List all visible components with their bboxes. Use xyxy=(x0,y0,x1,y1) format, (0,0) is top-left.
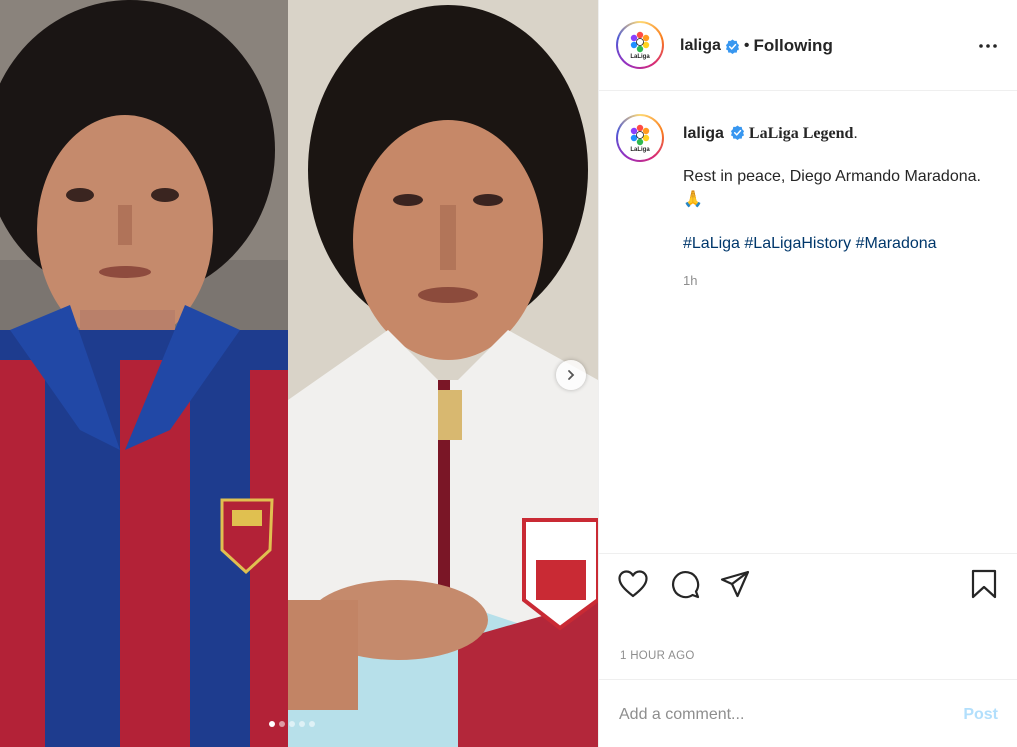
share-button[interactable] xyxy=(719,568,751,600)
carousel-dot xyxy=(289,721,295,727)
save-button[interactable] xyxy=(968,568,1000,600)
laliga-logo-icon xyxy=(630,31,650,52)
share-icon xyxy=(720,570,750,598)
separator-dot: • xyxy=(743,37,750,54)
laliga-logo-icon xyxy=(630,124,650,145)
username[interactable]: laliga xyxy=(680,37,721,55)
carousel-dot xyxy=(309,721,315,727)
caption-title-suffix: . xyxy=(853,125,858,142)
caption-section: LaLiga laliga LaLiga Legend. Rest in pea… xyxy=(599,92,1017,554)
avatar-logo-text: LaLiga xyxy=(630,53,650,60)
carousel-dot xyxy=(299,721,305,727)
caption-title: LaLiga Legend xyxy=(748,125,854,142)
comment-button[interactable] xyxy=(669,568,701,600)
hashtag-link[interactable]: #LaLiga xyxy=(683,235,740,252)
hashtag-link[interactable]: #LaLigaHistory xyxy=(744,235,851,252)
like-button[interactable] xyxy=(617,568,649,600)
post-media[interactable] xyxy=(0,0,598,747)
post-header: LaLiga laliga • Following xyxy=(599,0,1017,91)
comment-icon xyxy=(671,570,700,599)
carousel-dot xyxy=(269,721,275,727)
heart-icon xyxy=(618,570,648,598)
post-caption: laliga LaLiga Legend. Rest in peace, Die… xyxy=(683,122,1003,255)
post-details-panel: LaLiga laliga • Following LaLiga laliga … xyxy=(598,0,1017,747)
avatar[interactable]: LaLiga xyxy=(616,114,664,162)
carousel-dot xyxy=(279,721,285,727)
photo-sevilla-player xyxy=(288,0,598,747)
verified-badge-icon xyxy=(725,38,739,54)
photo-barcelona-player xyxy=(0,0,288,747)
verified-badge-icon xyxy=(730,125,744,140)
bookmark-icon xyxy=(971,569,997,599)
caption-text: Rest in peace, Diego Armando Maradona. 🙏 xyxy=(683,168,981,208)
chevron-right-icon xyxy=(568,370,575,380)
caption-timestamp[interactable]: 1h xyxy=(683,273,697,288)
more-options-button[interactable] xyxy=(978,36,998,56)
carousel-indicator xyxy=(269,721,315,727)
avatar-logo-text: LaLiga xyxy=(630,146,650,153)
hashtag-link[interactable]: #Maradona xyxy=(856,235,937,252)
post-comment-button[interactable]: Post xyxy=(963,706,998,724)
avatar[interactable]: LaLiga xyxy=(616,21,664,69)
comment-input[interactable] xyxy=(619,704,939,726)
caption-hashtags: #LaLiga #LaLigaHistory #Maradona xyxy=(683,232,1003,255)
comment-bar: Post xyxy=(599,679,1017,747)
post-time-ago[interactable]: 1 HOUR AGO xyxy=(620,650,695,662)
more-icon xyxy=(979,44,997,48)
action-bar xyxy=(599,555,1017,617)
carousel-next-button[interactable] xyxy=(556,360,586,390)
following-button[interactable]: Following xyxy=(754,36,833,56)
caption-username[interactable]: laliga xyxy=(683,125,724,142)
